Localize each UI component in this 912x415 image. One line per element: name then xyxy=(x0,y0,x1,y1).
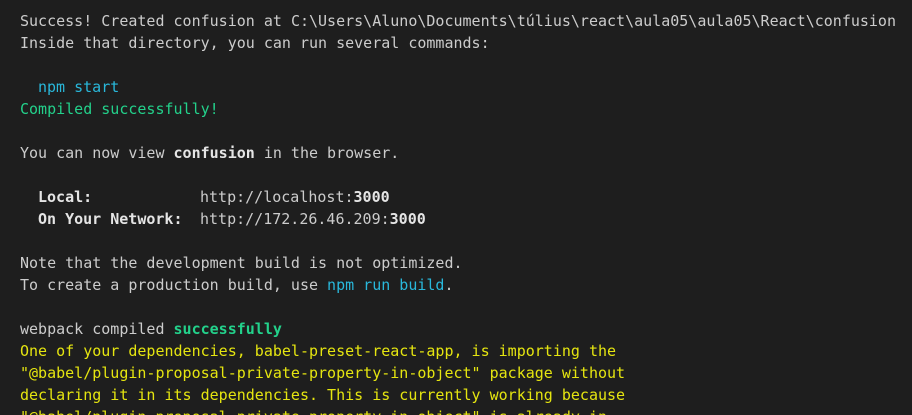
view-prefix: You can now view xyxy=(20,144,174,162)
local-label: Local: xyxy=(38,188,93,206)
npm-start-command: npm start xyxy=(38,78,120,96)
local-url-prefix: http://localhost: xyxy=(200,188,354,206)
view-suffix: in the browser. xyxy=(254,144,400,162)
build-command: npm run build xyxy=(327,276,445,294)
terminal-output[interactable]: Success! Created confusion at C:\Users\A… xyxy=(0,0,912,415)
success-prefix: Success! Created confusion at xyxy=(20,12,291,30)
success-line: Success! Created confusion at C:\Users\A… xyxy=(20,10,912,32)
webpack-prefix: webpack compiled xyxy=(20,320,174,338)
build-suffix: . xyxy=(444,276,454,294)
network-label: On Your Network: xyxy=(38,210,183,228)
network-url-prefix: http://172.26.46.209: xyxy=(200,210,390,228)
network-url-line: On Your Network: http://172.26.46.209:300… xyxy=(20,208,912,230)
view-in-browser-line: You can now view confusion in the browse… xyxy=(20,142,912,164)
network-port: 3000 xyxy=(389,210,426,228)
network-url-link[interactable]: http://172.26.46.209:3000 xyxy=(200,210,426,228)
warning-line-3: declaring it in its dependencies. This i… xyxy=(20,386,626,404)
warning-line-2: "@babel/plugin-proposal-private-property… xyxy=(20,364,626,382)
local-url-line: Local: http://localhost:3000 xyxy=(20,186,912,208)
app-name: confusion xyxy=(173,144,255,162)
warning-line-4: "@babel/plugin-proposal-private-property… xyxy=(20,406,912,415)
note-line: Note that the development build is not o… xyxy=(20,254,463,272)
production-build-line: To create a production build, use npm ru… xyxy=(20,274,912,296)
webpack-line: webpack compiled successfully xyxy=(20,318,912,340)
inside-directory-line: Inside that directory, you can run sever… xyxy=(20,34,490,52)
warning-line-1: One of your dependencies, babel-preset-r… xyxy=(20,342,617,360)
build-prefix: To create a production build, use xyxy=(20,276,328,294)
local-url-link[interactable]: http://localhost:3000 xyxy=(200,188,390,206)
compiled-success-line: Compiled successfully! xyxy=(20,100,219,118)
success-path: C:\Users\Aluno\Documents\túlius\react\au… xyxy=(290,12,896,30)
webpack-status: successfully xyxy=(173,320,282,338)
local-port: 3000 xyxy=(353,188,390,206)
